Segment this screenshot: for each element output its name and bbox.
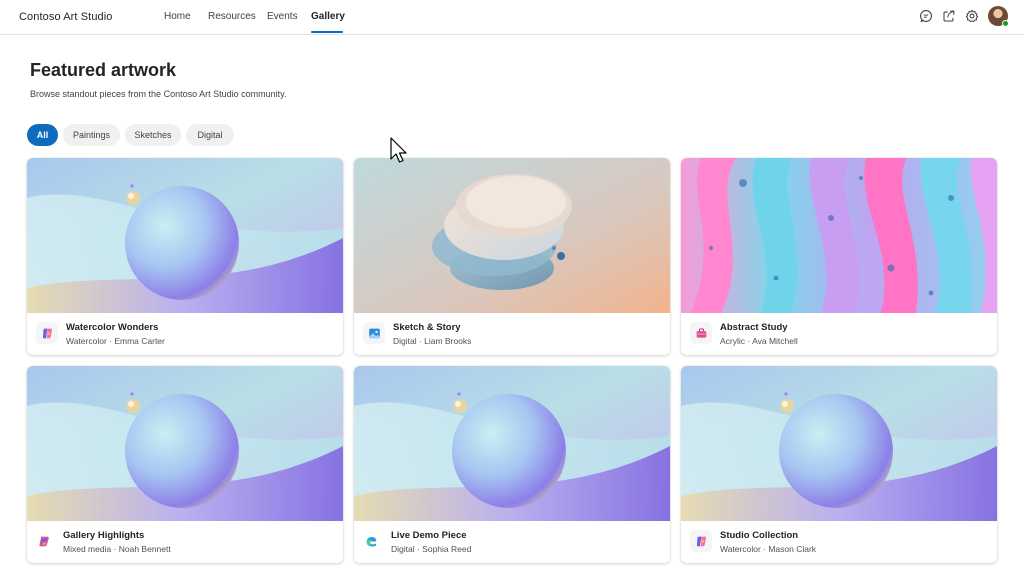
artwork-card-abstract-study[interactable]: Abstract Study Acrylic · Ava Mitchell xyxy=(681,158,997,355)
card-subtitle: Watercolor · Mason Clark xyxy=(720,544,817,554)
nav-home[interactable]: Home xyxy=(164,0,208,35)
copilot-icon xyxy=(690,530,712,552)
app-title: Contoso Art Studio xyxy=(19,11,113,23)
copilot-color-icon xyxy=(33,530,55,552)
card-meta: Studio Collection Watercolor · Mason Cla… xyxy=(681,521,997,563)
main-nav: Home Resources Events Gallery xyxy=(164,0,351,35)
card-meta: Sketch & Story Digital · Liam Brooks xyxy=(354,313,670,355)
card-meta: Gallery Highlights Mixed media · Noah Be… xyxy=(27,521,343,563)
settings-icon[interactable] xyxy=(964,8,980,24)
card-title: Sketch & Story xyxy=(393,322,461,333)
page-subtitle: Browse standout pieces from the Contoso … xyxy=(30,89,287,99)
card-meta: Watercolor Wonders Watercolor · Emma Car… xyxy=(27,313,343,355)
card-meta: Abstract Study Acrylic · Ava Mitchell xyxy=(681,313,997,355)
avatar[interactable] xyxy=(988,6,1009,27)
artwork-image xyxy=(681,366,997,521)
filter-sketches[interactable]: Sketches xyxy=(125,124,181,146)
card-title: Studio Collection xyxy=(720,530,799,541)
card-title: Gallery Highlights xyxy=(63,530,145,541)
card-subtitle: Digital · Sophia Reed xyxy=(391,544,472,554)
filter-all[interactable]: All xyxy=(27,124,58,146)
card-title: Abstract Study xyxy=(720,322,788,333)
top-bar: Contoso Art Studio Home Resources Events… xyxy=(0,0,1024,35)
nav-resources[interactable]: Resources xyxy=(208,0,267,35)
artwork-card-live-demo-piece[interactable]: Live Demo Piece Digital · Sophia Reed xyxy=(354,366,670,563)
card-title: Live Demo Piece xyxy=(391,530,467,541)
artwork-image xyxy=(27,158,343,313)
card-subtitle: Watercolor · Emma Carter xyxy=(66,336,165,346)
toolbox-icon xyxy=(690,322,712,344)
artwork-image xyxy=(354,366,670,521)
chat-icon[interactable] xyxy=(918,8,934,24)
card-subtitle: Mixed media · Noah Bennett xyxy=(63,544,171,554)
share-icon[interactable] xyxy=(941,8,957,24)
nav-gallery[interactable]: Gallery xyxy=(311,0,351,35)
card-subtitle: Digital · Liam Brooks xyxy=(393,336,472,346)
header-actions xyxy=(911,6,1009,27)
filter-chips: All Paintings Sketches Digital xyxy=(27,124,239,146)
page-title: Featured artwork xyxy=(30,60,177,80)
artwork-image xyxy=(27,366,343,521)
artwork-card-studio-collection[interactable]: Studio Collection Watercolor · Mason Cla… xyxy=(681,366,997,563)
artwork-card-watercolor-wonders[interactable]: Watercolor Wonders Watercolor · Emma Car… xyxy=(27,158,343,355)
artwork-card-sketch-story[interactable]: Sketch & Story Digital · Liam Brooks xyxy=(354,158,670,355)
card-meta: Live Demo Piece Digital · Sophia Reed xyxy=(354,521,670,563)
copilot-icon xyxy=(36,322,58,344)
artwork-image xyxy=(681,158,997,313)
photos-icon xyxy=(363,322,385,344)
filter-paintings[interactable]: Paintings xyxy=(63,124,120,146)
presence-indicator xyxy=(1002,20,1009,27)
filter-digital[interactable]: Digital xyxy=(186,124,234,146)
card-subtitle: Acrylic · Ava Mitchell xyxy=(720,336,798,346)
card-title: Watercolor Wonders xyxy=(66,322,159,333)
edge-icon xyxy=(360,530,382,552)
artwork-image xyxy=(354,158,670,313)
nav-events[interactable]: Events xyxy=(267,0,311,35)
artwork-card-gallery-highlights[interactable]: Gallery Highlights Mixed media · Noah Be… xyxy=(27,366,343,563)
